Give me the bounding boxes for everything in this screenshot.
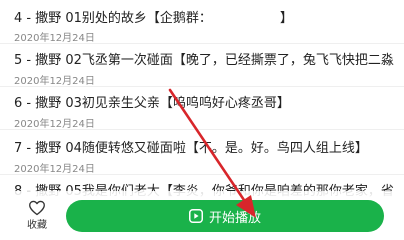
episode-title: 6 - 撒野 03初见亲生父亲【呜呜呜好心疼丞哥】	[14, 96, 290, 111]
divider	[0, 129, 404, 130]
episode-title: 4 - 撒野 01别处的故乡【企鹅群：】	[14, 10, 293, 26]
episode-title: 5 - 撒野 02飞丞第一次碰面【晚了，已经撕票了，兔飞飞快把二淼	[14, 53, 394, 68]
favorite-label: 收藏	[27, 220, 47, 231]
divider	[0, 86, 404, 87]
start-play-label: 开始播放	[208, 210, 261, 226]
divider	[0, 174, 404, 175]
redaction	[211, 10, 280, 24]
divider	[0, 43, 404, 44]
episode-title: 7 - 撒野 04随便转悠又碰面啦【不。是。好。鸟四人组上线】	[14, 141, 368, 156]
play-icon	[188, 209, 203, 223]
start-play-button[interactable]: 开始播放	[66, 200, 384, 232]
favorite-button[interactable]: 收藏	[20, 200, 54, 236]
heart-icon	[29, 200, 45, 216]
